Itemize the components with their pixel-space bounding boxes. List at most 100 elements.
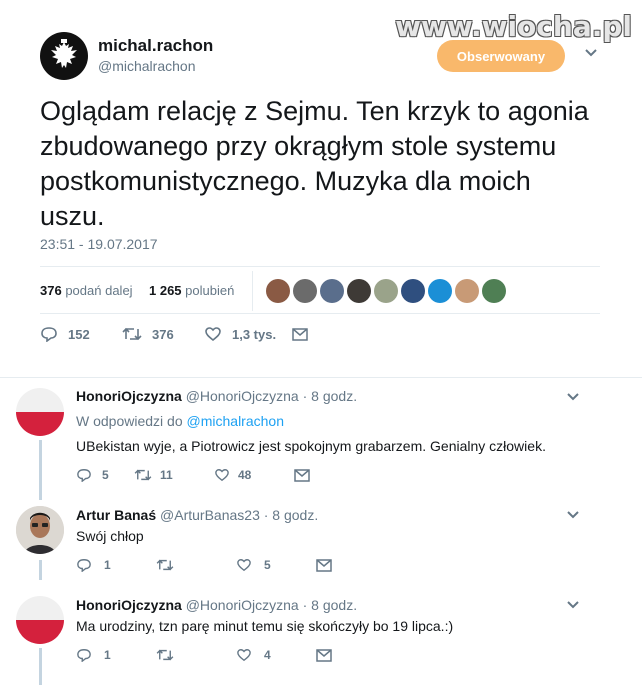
mail-icon xyxy=(316,558,332,572)
retweet-button[interactable] xyxy=(156,648,236,662)
retweet-count: 11 xyxy=(160,468,173,482)
reply-time[interactable]: · 8 godz. xyxy=(303,597,357,613)
reply-count: 1 xyxy=(104,648,111,662)
retweet-icon xyxy=(156,559,174,571)
reply-header: HonoriOjczyzna @HonoriOjczyzna · 8 godz. xyxy=(76,597,357,613)
reply-button[interactable]: 5 xyxy=(76,468,134,482)
liker-avatar[interactable] xyxy=(401,279,425,303)
reply-item[interactable]: HonoriOjczyzna @HonoriOjczyzna · 8 godz.… xyxy=(0,378,642,488)
chevron-down-icon[interactable] xyxy=(566,510,580,520)
reply-author-handle[interactable]: @HonoriOjczyzna xyxy=(186,597,299,613)
like-button[interactable]: 48 xyxy=(214,468,294,482)
reply-button[interactable]: 152 xyxy=(40,326,122,342)
liker-avatar[interactable] xyxy=(347,279,371,303)
author-handle[interactable]: @michalrachon xyxy=(98,58,195,74)
retweet-button[interactable] xyxy=(156,558,236,572)
reply-count: 1 xyxy=(104,558,111,572)
reply-actions: 1 5 xyxy=(76,558,332,572)
chevron-down-icon[interactable] xyxy=(566,392,580,402)
main-tweet: michal.rachon @michalrachon Obserwowany … xyxy=(0,0,642,372)
liker-avatar[interactable] xyxy=(428,279,452,303)
reply-count: 152 xyxy=(68,326,90,342)
heart-icon xyxy=(237,559,251,572)
liker-avatar[interactable] xyxy=(320,279,344,303)
flag-red-stripe xyxy=(16,620,64,644)
avatar[interactable] xyxy=(16,596,64,644)
reply-button[interactable]: 1 xyxy=(76,648,156,662)
like-button[interactable]: 5 xyxy=(236,558,316,572)
liker-avatar[interactable] xyxy=(455,279,479,303)
direct-message-button[interactable] xyxy=(316,558,332,572)
reply-icon xyxy=(77,649,91,662)
direct-message-button[interactable] xyxy=(294,468,310,482)
reply-author-name[interactable]: Artur Banaś xyxy=(76,507,156,523)
reply-author-handle[interactable]: @HonoriOjczyzna xyxy=(186,388,299,404)
like-count: 48 xyxy=(238,468,252,482)
direct-message-button[interactable] xyxy=(316,648,332,662)
like-count: 5 xyxy=(264,558,271,572)
direct-message-button[interactable] xyxy=(292,327,308,341)
like-stat-label: polubień xyxy=(185,283,235,298)
reply-author-name[interactable]: HonoriOjczyzna xyxy=(76,597,182,613)
liker-avatar[interactable] xyxy=(374,279,398,303)
thread-line xyxy=(39,488,42,500)
flag-red-stripe xyxy=(16,412,64,436)
reply-item[interactable]: HonoriOjczyzna @HonoriOjczyzna · 8 godz.… xyxy=(0,584,642,685)
heart-icon xyxy=(205,327,221,342)
liker-avatar[interactable] xyxy=(266,279,290,303)
retweet-button[interactable]: 11 xyxy=(134,468,214,482)
heart-icon xyxy=(237,649,251,662)
avatar[interactable] xyxy=(16,506,64,554)
follow-button[interactable]: Obserwowany xyxy=(437,40,565,72)
like-button[interactable]: 4 xyxy=(236,648,316,662)
reply-time[interactable]: · 8 godz. xyxy=(264,507,318,523)
like-button[interactable]: 1,3 tys. xyxy=(204,326,292,342)
author-avatar[interactable] xyxy=(40,32,88,80)
mail-icon xyxy=(294,468,310,482)
retweet-stat-count: 376 xyxy=(40,283,62,298)
liker-avatar[interactable] xyxy=(482,279,506,303)
reply-button[interactable]: 1 xyxy=(76,558,156,572)
like-stat-count: 1 265 xyxy=(149,283,182,298)
reply-header: HonoriOjczyzna @HonoriOjczyzna · 8 godz. xyxy=(76,388,357,404)
retweet-count: 376 xyxy=(152,326,174,342)
reply-text: Ma urodziny, tzn parę minut temu się sko… xyxy=(76,618,454,634)
reply-count: 5 xyxy=(102,468,109,482)
mail-icon xyxy=(316,648,332,662)
reply-item[interactable]: Artur Banaś @ArturBanas23 · 8 godz. Swój… xyxy=(0,488,642,580)
retweet-stat[interactable]: 376 podań dalej xyxy=(40,283,133,298)
tweet-text: Oglądam relację z Sejmu. Ten krzyk to ag… xyxy=(40,96,589,231)
chevron-down-icon[interactable] xyxy=(566,600,580,610)
reply-text: Swój chłop xyxy=(76,528,144,544)
thread-line xyxy=(39,560,42,580)
flag-white-stripe xyxy=(16,388,64,412)
author-name[interactable]: michal.rachon xyxy=(98,36,213,56)
like-count: 4 xyxy=(264,648,271,662)
heart-icon xyxy=(215,469,229,482)
person-photo-icon xyxy=(16,506,64,554)
chevron-down-icon[interactable] xyxy=(584,48,598,58)
reply-time[interactable]: · 8 godz. xyxy=(303,388,357,404)
liker-avatar[interactable] xyxy=(293,279,317,303)
reply-actions: 1 4 xyxy=(76,648,332,662)
like-count: 1,3 tys. xyxy=(232,326,277,342)
reply-to-link[interactable]: @michalrachon xyxy=(187,413,284,429)
retweet-icon xyxy=(156,649,174,661)
reply-icon xyxy=(41,327,57,342)
like-stat[interactable]: 1 265 polubień xyxy=(149,283,234,298)
tweet-timestamp[interactable]: 23:51 - 19.07.2017 xyxy=(40,236,158,252)
thread-line xyxy=(39,440,42,488)
reply-context: W odpowiedzi do @michalrachon xyxy=(76,413,284,429)
reply-author-handle[interactable]: @ArturBanas23 xyxy=(160,507,260,523)
retweet-icon xyxy=(134,469,152,481)
retweet-button[interactable]: 376 xyxy=(122,326,204,342)
reply-icon xyxy=(77,469,91,482)
avatar[interactable] xyxy=(16,388,64,436)
retweet-stat-label: podań dalej xyxy=(65,283,133,298)
reply-to-prefix: W odpowiedzi do xyxy=(76,413,183,429)
reply-text: UBekistan wyje, a Piotrowicz jest spokoj… xyxy=(76,438,546,454)
thread-line xyxy=(39,648,42,685)
reply-author-name[interactable]: HonoriOjczyzna xyxy=(76,388,182,404)
eagle-emblem-icon xyxy=(51,39,77,68)
mail-icon xyxy=(292,327,308,341)
